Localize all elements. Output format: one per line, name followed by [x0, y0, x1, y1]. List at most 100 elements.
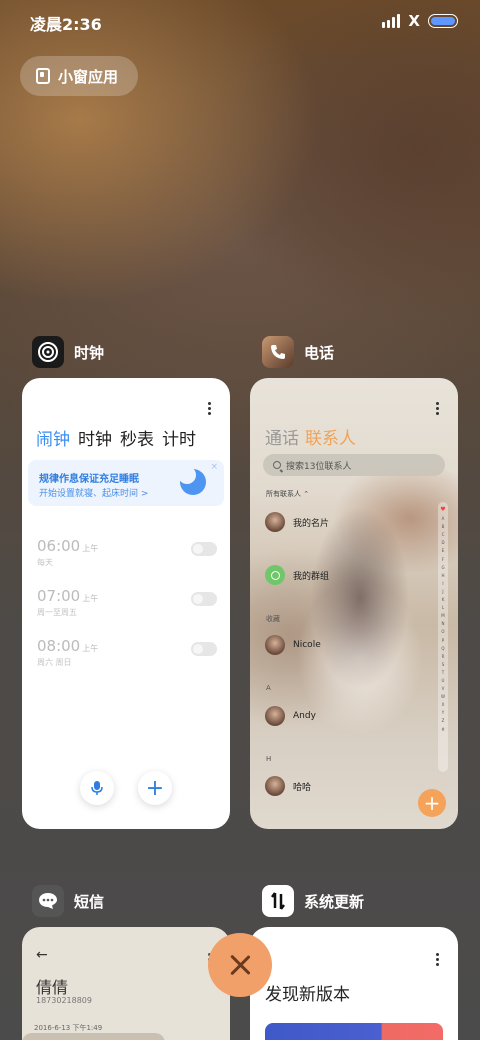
wifi-off-icon: X [408, 12, 420, 30]
update-app-header[interactable]: 系统更新 [262, 885, 364, 917]
alarm-toggle[interactable] [191, 642, 217, 656]
index-letter[interactable]: J [442, 589, 443, 594]
contact-name: 我的名片 [293, 518, 330, 529]
index-letter[interactable]: Z [442, 718, 445, 723]
sleep-banner[interactable]: 规律作息保证充足睡眠 开始设置就寝、起床时间 > × [28, 460, 224, 506]
system-update-icon [262, 885, 294, 917]
contact-search-input[interactable]: 搜索13位联系人 [263, 454, 445, 476]
tab-stopwatch[interactable]: 秒表 [120, 425, 154, 450]
index-letter[interactable]: S [442, 662, 445, 667]
banner-close-icon[interactable]: × [210, 462, 218, 472]
index-letter[interactable]: I [442, 581, 443, 586]
sms-app-icon [32, 885, 64, 917]
index-letter[interactable]: A [442, 516, 445, 521]
index-letter[interactable]: T [442, 670, 444, 675]
battery-icon [428, 14, 458, 28]
contact-search-placeholder: 搜索13位联系人 [286, 461, 352, 472]
index-letter[interactable]: G [441, 565, 444, 570]
section-favorites: 收藏 [266, 615, 280, 623]
contact-my-card[interactable]: 我的名片 [265, 512, 329, 532]
index-letter[interactable]: B [442, 524, 445, 529]
alarm-ampm: 上午 [82, 644, 99, 653]
close-icon [229, 954, 251, 976]
contact-haha[interactable]: 哈哈 [265, 776, 311, 796]
alarm-repeat: 周六 周日 [37, 658, 72, 667]
clock-app-card[interactable]: 闹钟 时钟 秒表 计时 规律作息保证充足睡眠 开始设置就寝、起床时间 > × 0… [22, 378, 230, 829]
alarm-item[interactable]: 06:00 上午 每天 [37, 536, 217, 568]
status-bar: 凌晨2:36 X [0, 0, 480, 42]
contact-nicole[interactable]: Nicole [265, 635, 321, 655]
sms-app-card[interactable]: ← 倩倩 18730218809 2016-6-13 下午1:49 [22, 927, 230, 1040]
index-letter[interactable]: U [442, 678, 445, 683]
clock-app-header[interactable]: 时钟 [32, 336, 104, 368]
index-letter[interactable]: X [442, 702, 445, 707]
alarm-toggle[interactable] [191, 592, 217, 606]
alarm-ampm: 上午 [82, 544, 99, 553]
index-letter[interactable]: C [442, 532, 445, 537]
contact-my-groups[interactable]: 我的群组 [265, 565, 329, 585]
update-title: 发现新版本 [265, 985, 350, 1005]
index-letter[interactable]: K [442, 597, 445, 602]
alarm-item[interactable]: 08:00 上午 周六 周日 [37, 636, 217, 668]
index-letter[interactable]: E [442, 548, 445, 553]
contact-filter[interactable]: 所有联系人 ⌃ [266, 489, 309, 499]
tab-clock[interactable]: 时钟 [78, 425, 112, 450]
clear-all-button[interactable] [208, 933, 272, 997]
index-letter[interactable]: ♥ [440, 506, 445, 513]
moon-icon [178, 466, 206, 495]
sms-contact-name: 倩倩 [36, 978, 69, 997]
phone-app-card[interactable]: 通话 联系人 搜索13位联系人 所有联系人 ⌃ 我的名片 我的群组 收藏 Nic… [250, 378, 458, 829]
update-app-title: 系统更新 [304, 892, 365, 911]
update-more-icon[interactable] [436, 953, 440, 966]
index-letter[interactable]: # [441, 727, 444, 732]
sms-message-bubble [22, 1033, 165, 1040]
contact-name: Andy [293, 711, 316, 721]
index-letter[interactable]: Q [441, 646, 444, 651]
group-icon [265, 565, 285, 585]
alarm-time: 07:00 [37, 587, 81, 605]
update-app-card[interactable]: 发现新版本 [250, 927, 458, 1040]
alphabet-index[interactable]: ♥ A B C D E F G H I J K L M N O P Q R S T U V W X Y Z # [438, 502, 448, 772]
add-alarm-button[interactable]: + [138, 771, 172, 805]
clock-more-icon[interactable] [208, 402, 212, 415]
phone-more-icon[interactable] [436, 402, 440, 415]
tab-alarm[interactable]: 闹钟 [36, 425, 70, 450]
tab-calls[interactable]: 通话 [265, 424, 299, 449]
sms-app-header[interactable]: 短信 [32, 885, 104, 917]
alarm-item[interactable]: 07:00 上午 周一至周五 [37, 586, 217, 618]
status-icons: X [382, 12, 458, 30]
alarm-toggle[interactable] [191, 542, 217, 556]
small-window-apps-button[interactable]: 小窗应用 [20, 56, 138, 96]
sms-app-title: 短信 [74, 892, 105, 911]
tab-timer[interactable]: 计时 [162, 425, 196, 450]
index-letter[interactable]: P [442, 638, 444, 643]
alarm-ampm: 上午 [82, 594, 99, 603]
index-letter[interactable]: N [442, 621, 445, 626]
index-letter[interactable]: D [441, 540, 444, 545]
sleep-banner-subtitle[interactable]: 开始设置就寝、起床时间 > [39, 486, 148, 499]
index-letter[interactable]: F [442, 557, 444, 562]
phone-tabs: 通话 联系人 [265, 424, 356, 449]
section-h: H [266, 755, 272, 763]
index-letter[interactable]: H [441, 573, 444, 578]
phone-app-icon [262, 336, 294, 368]
index-letter[interactable]: W [441, 694, 445, 699]
contact-andy[interactable]: Andy [265, 706, 316, 726]
back-arrow-icon[interactable]: ← [36, 947, 48, 963]
index-letter[interactable]: M [441, 613, 444, 618]
contact-name: Nicole [293, 640, 321, 650]
alarm-time: 08:00 [37, 637, 81, 655]
index-letter[interactable]: Y [442, 710, 444, 715]
tab-contacts[interactable]: 联系人 [305, 424, 356, 449]
index-letter[interactable]: R [442, 654, 445, 659]
index-letter[interactable]: O [441, 629, 444, 634]
index-letter[interactable]: V [442, 686, 445, 691]
phone-app-header[interactable]: 电话 [262, 336, 334, 368]
clock-tabs: 闹钟 时钟 秒表 计时 [36, 425, 196, 450]
clock-app-icon [32, 336, 64, 368]
microphone-icon [91, 781, 103, 795]
index-letter[interactable]: L [442, 605, 444, 610]
add-contact-button[interactable]: + [418, 789, 446, 817]
voice-alarm-button[interactable] [80, 771, 114, 805]
contact-name: 哈哈 [293, 782, 312, 793]
